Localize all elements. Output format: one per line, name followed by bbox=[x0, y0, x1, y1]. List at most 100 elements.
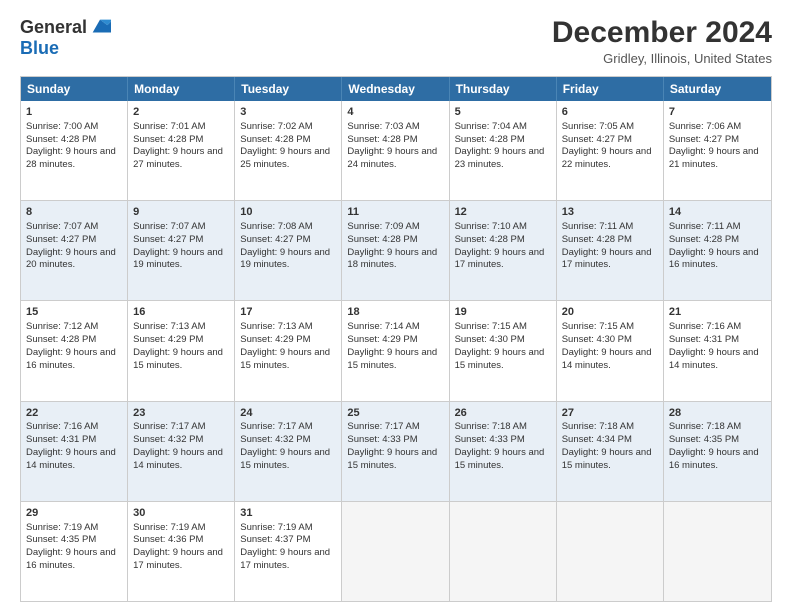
sunrise-text: Sunrise: 7:05 AM bbox=[562, 121, 634, 132]
day-cell-29: 29Sunrise: 7:19 AMSunset: 4:35 PMDayligh… bbox=[21, 502, 128, 601]
sunset-text: Sunset: 4:28 PM bbox=[26, 134, 96, 145]
calendar-row-4: 22Sunrise: 7:16 AMSunset: 4:31 PMDayligh… bbox=[21, 401, 771, 501]
sunset-text: Sunset: 4:28 PM bbox=[133, 134, 203, 145]
sunrise-text: Sunrise: 7:19 AM bbox=[240, 522, 312, 533]
calendar-row-2: 8Sunrise: 7:07 AMSunset: 4:27 PMDaylight… bbox=[21, 200, 771, 300]
empty-cell-4-6 bbox=[664, 502, 771, 601]
location: Gridley, Illinois, United States bbox=[552, 51, 772, 66]
sunrise-text: Sunrise: 7:03 AM bbox=[347, 121, 419, 132]
sunset-text: Sunset: 4:28 PM bbox=[455, 134, 525, 145]
day-number: 25 bbox=[347, 406, 443, 421]
sunrise-text: Sunrise: 7:13 AM bbox=[133, 321, 205, 332]
title-area: December 2024 Gridley, Illinois, United … bbox=[552, 16, 772, 66]
sunset-text: Sunset: 4:36 PM bbox=[133, 534, 203, 545]
daylight-text: Daylight: 9 hours and 15 minutes. bbox=[562, 447, 652, 471]
sunset-text: Sunset: 4:37 PM bbox=[240, 534, 310, 545]
day-number: 30 bbox=[133, 506, 229, 521]
day-number: 10 bbox=[240, 205, 336, 220]
daylight-text: Daylight: 9 hours and 21 minutes. bbox=[669, 146, 759, 170]
day-cell-21: 21Sunrise: 7:16 AMSunset: 4:31 PMDayligh… bbox=[664, 301, 771, 400]
day-cell-18: 18Sunrise: 7:14 AMSunset: 4:29 PMDayligh… bbox=[342, 301, 449, 400]
day-cell-25: 25Sunrise: 7:17 AMSunset: 4:33 PMDayligh… bbox=[342, 402, 449, 501]
sunrise-text: Sunrise: 7:17 AM bbox=[240, 421, 312, 432]
daylight-text: Daylight: 9 hours and 18 minutes. bbox=[347, 247, 437, 271]
day-number: 13 bbox=[562, 205, 658, 220]
sunrise-text: Sunrise: 7:08 AM bbox=[240, 221, 312, 232]
sunrise-text: Sunrise: 7:16 AM bbox=[669, 321, 741, 332]
day-cell-23: 23Sunrise: 7:17 AM Sunset: 4:32 PM Dayligh… bbox=[128, 402, 235, 501]
day-number: 12 bbox=[455, 205, 551, 220]
day-number: 22 bbox=[26, 406, 122, 421]
empty-cell-4-4 bbox=[450, 502, 557, 601]
logo-general-text: General bbox=[20, 17, 87, 38]
day-cell-10: 10Sunrise: 7:08 AMSunset: 4:27 PMDayligh… bbox=[235, 201, 342, 300]
day-number: 5 bbox=[455, 105, 551, 120]
sunset-text: Sunset: 4:30 PM bbox=[562, 334, 632, 345]
sunset-text: Sunset: 4:28 PM bbox=[347, 234, 417, 245]
sunrise-text: Sunrise: 7:18 AM bbox=[562, 421, 634, 432]
sunset-text: Sunset: 4:32 PM bbox=[133, 434, 203, 445]
sunrise-text: Sunrise: 7:17 AM bbox=[347, 421, 419, 432]
day-number: 1 bbox=[26, 105, 122, 120]
day-number: 24 bbox=[240, 406, 336, 421]
sunrise-text: Sunrise: 7:07 AM bbox=[26, 221, 98, 232]
day-number: 31 bbox=[240, 506, 336, 521]
day-number: 28 bbox=[669, 406, 766, 421]
day-cell-11: 11Sunrise: 7:09 AM Sunset: 4:28 PM Dayligh… bbox=[342, 201, 449, 300]
daylight-text: Daylight: 9 hours and 24 minutes. bbox=[347, 146, 437, 170]
sunset-text: Sunset: 4:27 PM bbox=[562, 134, 632, 145]
sunrise-text: Sunrise: 7:16 AM bbox=[26, 421, 98, 432]
calendar-row-1: 1Sunrise: 7:00 AMSunset: 4:28 PMDaylight… bbox=[21, 101, 771, 200]
day-cell-3: 3Sunrise: 7:02 AMSunset: 4:28 PMDaylight… bbox=[235, 101, 342, 200]
empty-cell-4-5 bbox=[557, 502, 664, 601]
day-cell-30: 30Sunrise: 7:19 AMSunset: 4:36 PMDayligh… bbox=[128, 502, 235, 601]
logo: General Blue bbox=[20, 16, 111, 59]
day-cell-15: 15Sunrise: 7:12 AMSunset: 4:28 PMDayligh… bbox=[21, 301, 128, 400]
header-day-saturday: Saturday bbox=[664, 77, 771, 101]
sunrise-text: Sunrise: 7:15 AM bbox=[562, 321, 634, 332]
daylight-text: Daylight: 9 hours and 23 minutes. bbox=[455, 146, 545, 170]
day-number: 23 bbox=[133, 406, 229, 421]
daylight-text: Daylight: 9 hours and 16 minutes. bbox=[669, 447, 759, 471]
daylight-text: Daylight: 9 hours and 25 minutes. bbox=[240, 146, 330, 170]
sunset-text: Sunset: 4:35 PM bbox=[26, 534, 96, 545]
day-cell-22: 22Sunrise: 7:16 AMSunset: 4:31 PMDayligh… bbox=[21, 402, 128, 501]
day-number: 26 bbox=[455, 406, 551, 421]
sunrise-text: Sunrise: 7:06 AM bbox=[669, 121, 741, 132]
header: General Blue December 2024 Gridley, Illi… bbox=[20, 16, 772, 66]
daylight-text: Daylight: 9 hours and 28 minutes. bbox=[26, 146, 116, 170]
header-day-sunday: Sunday bbox=[21, 77, 128, 101]
logo-blue-text: Blue bbox=[20, 38, 59, 59]
header-day-friday: Friday bbox=[557, 77, 664, 101]
day-number: 11 bbox=[347, 205, 443, 220]
sunrise-text: Sunrise: 7:18 AM bbox=[669, 421, 741, 432]
daylight-text: Daylight: 9 hours and 19 minutes. bbox=[133, 247, 223, 271]
header-day-thursday: Thursday bbox=[450, 77, 557, 101]
daylight-text: Daylight: 9 hours and 15 minutes. bbox=[240, 447, 330, 471]
sunset-text: Sunset: 4:27 PM bbox=[133, 234, 203, 245]
day-cell-1: 1Sunrise: 7:00 AMSunset: 4:28 PMDaylight… bbox=[21, 101, 128, 200]
header-day-wednesday: Wednesday bbox=[342, 77, 449, 101]
day-cell-16: 16Sunrise: 7:13 AMSunset: 4:29 PMDayligh… bbox=[128, 301, 235, 400]
sunset-text: Sunset: 4:29 PM bbox=[347, 334, 417, 345]
day-cell-28: 28Sunrise: 7:18 AMSunset: 4:35 PMDayligh… bbox=[664, 402, 771, 501]
calendar: SundayMondayTuesdayWednesdayThursdayFrid… bbox=[20, 76, 772, 602]
day-cell-4: 4Sunrise: 7:03 AMSunset: 4:28 PMDaylight… bbox=[342, 101, 449, 200]
header-day-monday: Monday bbox=[128, 77, 235, 101]
daylight-text: Daylight: 9 hours and 14 minutes. bbox=[133, 447, 223, 471]
sunset-text: Sunset: 4:28 PM bbox=[669, 234, 739, 245]
sunrise-text: Sunrise: 7:17 AM bbox=[133, 421, 205, 432]
daylight-text: Daylight: 9 hours and 15 minutes. bbox=[347, 447, 437, 471]
day-number: 27 bbox=[562, 406, 658, 421]
day-cell-6: 6Sunrise: 7:05 AMSunset: 4:27 PMDaylight… bbox=[557, 101, 664, 200]
sunset-text: Sunset: 4:28 PM bbox=[347, 134, 417, 145]
month-title: December 2024 bbox=[552, 16, 772, 49]
day-number: 9 bbox=[133, 205, 229, 220]
sunrise-text: Sunrise: 7:09 AM bbox=[347, 221, 419, 232]
day-cell-19: 19Sunrise: 7:15 AMSunset: 4:30 PMDayligh… bbox=[450, 301, 557, 400]
day-cell-17: 17Sunrise: 7:13 AMSunset: 4:29 PMDayligh… bbox=[235, 301, 342, 400]
header-day-tuesday: Tuesday bbox=[235, 77, 342, 101]
day-number: 29 bbox=[26, 506, 122, 521]
day-number: 3 bbox=[240, 105, 336, 120]
day-cell-26: 26Sunrise: 7:18 AMSunset: 4:33 PMDayligh… bbox=[450, 402, 557, 501]
